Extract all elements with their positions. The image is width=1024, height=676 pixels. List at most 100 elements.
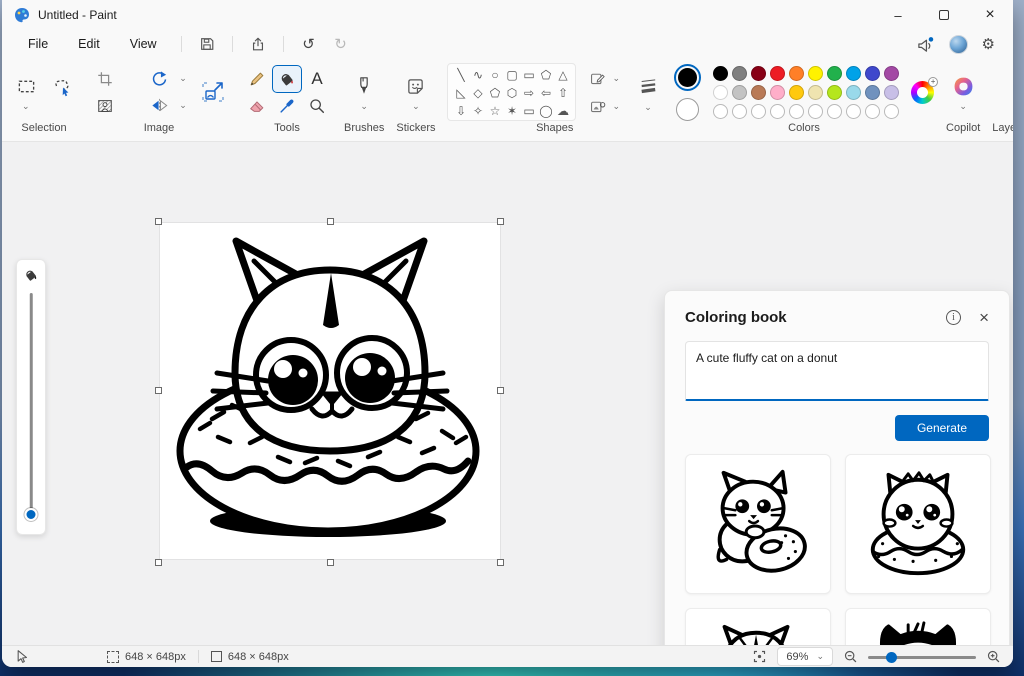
palette-color[interactable] (770, 84, 786, 100)
palette-color[interactable] (751, 84, 767, 100)
copilot-button[interactable] (949, 73, 977, 99)
selection-handle-ne[interactable] (497, 218, 504, 225)
palette-empty-slot[interactable] (751, 103, 767, 119)
rotate-tool[interactable] (145, 66, 173, 92)
selection-handle-s[interactable] (327, 559, 334, 566)
zoom-out-icon[interactable] (843, 649, 858, 664)
palette-empty-slot[interactable] (827, 103, 843, 119)
palette-empty-slot[interactable] (884, 103, 900, 119)
palette-color[interactable] (846, 65, 862, 81)
text-tool[interactable]: A (303, 66, 331, 92)
stickers-dropdown-chevron[interactable]: ⌄ (412, 102, 420, 111)
palette-color[interactable] (713, 84, 729, 100)
selection-dropdown-chevron[interactable]: ⌄ (22, 101, 30, 111)
palette-empty-slot[interactable] (713, 103, 729, 119)
result-thumbnail-4[interactable] (845, 608, 991, 645)
shape-outline-chevron[interactable]: ⌄ (612, 73, 620, 83)
crop-tool[interactable] (91, 66, 119, 92)
save-button[interactable] (192, 32, 222, 56)
palette-color[interactable] (884, 84, 900, 100)
shape-curve-icon[interactable]: ∿ (469, 66, 486, 84)
shape-polygon-icon[interactable]: ⬠ (537, 66, 554, 84)
zoom-slider-thumb[interactable] (886, 651, 897, 663)
flip-tool[interactable] (145, 93, 173, 119)
brushes-tool[interactable] (350, 73, 378, 99)
zoom-level-select[interactable]: 69% ⌄ (777, 647, 833, 666)
maximize-button[interactable] (921, 0, 967, 30)
info-icon[interactable]: i (946, 310, 962, 325)
shape-triangle-icon[interactable]: △ (554, 66, 571, 84)
shape-arrow-left-icon[interactable]: ⇦ (537, 84, 554, 102)
palette-empty-slot[interactable] (846, 103, 862, 119)
shape-outline-option[interactable] (586, 68, 608, 88)
zoom-slider[interactable] (868, 651, 976, 663)
palette-color[interactable] (751, 65, 767, 81)
palette-empty-slot[interactable] (770, 103, 786, 119)
palette-color[interactable] (808, 84, 824, 100)
palette-color[interactable] (865, 84, 881, 100)
rectangle-select-tool[interactable] (12, 74, 40, 100)
stickers-tool[interactable] (402, 73, 430, 99)
minimize-button[interactable]: – (875, 0, 921, 30)
selection-handle-se[interactable] (497, 559, 504, 566)
background-color-swatch[interactable] (676, 97, 700, 121)
selection-handle-nw[interactable] (155, 218, 162, 225)
shape-star-five-icon[interactable]: ☆ (486, 102, 503, 120)
freeform-select-tool[interactable] (48, 74, 76, 100)
shape-star-four-icon[interactable]: ✧ (469, 102, 486, 120)
copilot-dropdown-chevron[interactable]: ⌄ (959, 102, 967, 111)
zoom-in-icon[interactable] (986, 649, 1001, 664)
close-button[interactable]: × (967, 0, 1013, 30)
palette-empty-slot[interactable] (808, 103, 824, 119)
line-width-chevron[interactable]: ⌄ (644, 102, 652, 112)
line-width-option[interactable] (634, 73, 662, 99)
palette-empty-slot[interactable] (865, 103, 881, 119)
palette-color[interactable] (713, 65, 729, 81)
edit-colors-button[interactable]: + (911, 76, 939, 104)
shape-pentagon-icon[interactable]: ⬠ (486, 84, 503, 102)
settings-gear-icon[interactable]: ⚙ (982, 35, 995, 53)
redo-button[interactable]: ↻ (326, 32, 356, 56)
foreground-color-swatch[interactable] (674, 63, 702, 91)
selection-handle-w[interactable] (155, 387, 162, 394)
color-picker-tool[interactable] (273, 93, 301, 119)
palette-color[interactable] (789, 65, 805, 81)
shape-line-icon[interactable]: ╲ (452, 66, 469, 84)
pencil-tool[interactable] (243, 66, 271, 92)
result-thumbnail-2[interactable] (845, 454, 991, 594)
prompt-textarea[interactable]: A cute fluffy cat on a donut (685, 341, 989, 401)
tolerance-slider[interactable] (17, 291, 45, 527)
shape-fill-chevron[interactable]: ⌄ (612, 101, 620, 111)
generate-button[interactable]: Generate (894, 415, 989, 441)
share-button[interactable] (243, 32, 273, 56)
panel-close-icon[interactable]: × (979, 309, 989, 326)
shape-oval-icon[interactable]: ○ (486, 66, 503, 84)
palette-color[interactable] (789, 84, 805, 100)
palette-color[interactable] (827, 84, 843, 100)
palette-empty-slot[interactable] (732, 103, 748, 119)
menu-view[interactable]: View (116, 33, 171, 55)
result-thumbnail-1[interactable] (685, 454, 831, 594)
palette-color[interactable] (770, 65, 786, 81)
fit-to-window-icon[interactable] (752, 649, 767, 664)
shape-diamond-icon[interactable]: ◇ (469, 84, 486, 102)
shape-fill-option[interactable] (586, 96, 608, 116)
shape-star-six-icon[interactable]: ✶ (503, 102, 520, 120)
shape-speech-rectangle-icon[interactable]: ▭ (520, 102, 537, 120)
menu-file[interactable]: File (14, 33, 62, 55)
selection-handle-sw[interactable] (155, 559, 162, 566)
shape-speech-oval-icon[interactable]: ◯ (537, 102, 554, 120)
canvas[interactable] (160, 223, 500, 559)
shape-arrow-right-icon[interactable]: ⇨ (520, 84, 537, 102)
remove-background-tool[interactable] (91, 93, 119, 119)
palette-color[interactable] (846, 84, 862, 100)
shape-heart-icon[interactable]: ♡ (452, 120, 469, 121)
selection-handle-n[interactable] (327, 218, 334, 225)
palette-color[interactable] (732, 84, 748, 100)
palette-color[interactable] (865, 65, 881, 81)
shape-arrow-down-icon[interactable]: ⇩ (452, 102, 469, 120)
fill-tool[interactable] (272, 64, 302, 93)
result-thumbnail-3[interactable] (685, 608, 831, 645)
shape-right-triangle-icon[interactable]: ◺ (452, 84, 469, 102)
layers-button[interactable] (1012, 79, 1013, 105)
